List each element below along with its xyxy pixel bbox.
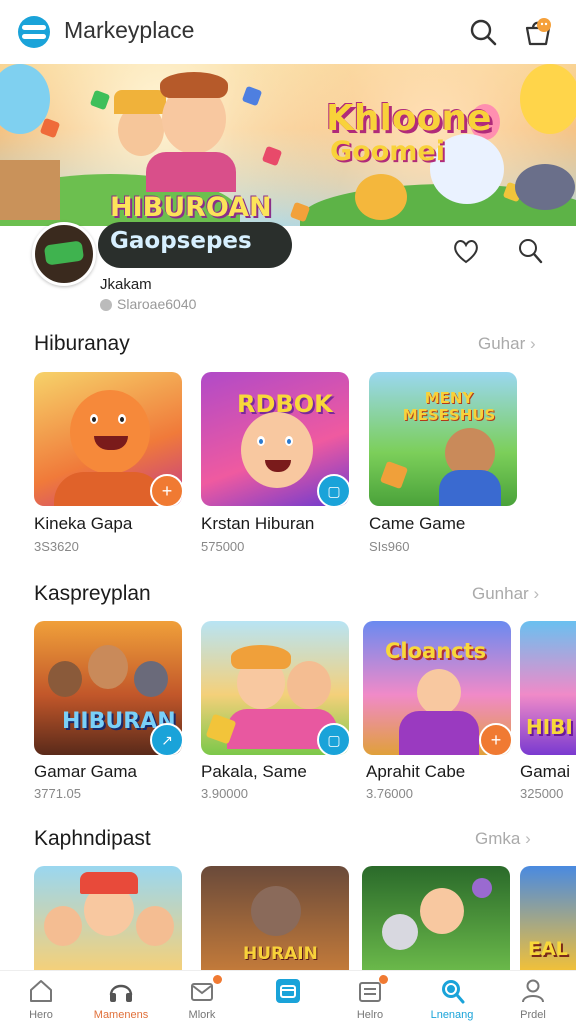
- game-card-image[interactable]: EAL: [520, 866, 576, 970]
- card-title: Pakala, Same: [201, 762, 307, 781]
- app-header: Markeyplace: [0, 0, 576, 64]
- banner-kid-hair: [160, 72, 228, 98]
- see-all-link[interactable]: Gmka ›: [475, 829, 531, 849]
- banner-creature: [515, 164, 575, 210]
- card-art-text: HURAIN: [243, 944, 318, 964]
- card-meta: 3771.05: [34, 786, 81, 801]
- tab-label: Prdel: [520, 1009, 546, 1021]
- banner-creature: [355, 174, 407, 220]
- card-meta: SIs960: [369, 539, 410, 554]
- see-all-label: Guhar: [478, 334, 526, 353]
- banner-right-title: Khloone: [326, 98, 492, 139]
- shop-bag-icon[interactable]: [522, 16, 554, 48]
- character-face: [417, 669, 461, 715]
- game-card-image[interactable]: [34, 866, 182, 970]
- game-card-image[interactable]: +: [34, 372, 182, 506]
- character-face: [251, 886, 301, 936]
- tab-label: Mlork: [188, 1009, 216, 1021]
- add-icon[interactable]: +: [479, 723, 511, 755]
- character-face: [70, 390, 150, 474]
- hero-banner[interactable]: HIBUROAN Khloone Goomei: [0, 64, 576, 226]
- game-card-image[interactable]: HIBI: [520, 621, 576, 755]
- card-title: Gamai: [520, 762, 571, 781]
- heart-icon[interactable]: [451, 236, 481, 266]
- home-icon: [30, 980, 52, 1002]
- store-icon: [276, 979, 300, 1003]
- brand-name: Jkakam: [100, 276, 152, 293]
- card-title: Gamar Gama: [34, 762, 137, 781]
- section-title: Kaphndipast: [34, 827, 151, 850]
- card-meta: 575000: [201, 539, 245, 554]
- profile-icon: [522, 979, 544, 1003]
- tab-label: Lnenang: [430, 1009, 474, 1021]
- card-title: Aprahit Cabe: [366, 762, 466, 781]
- tab-store[interactable]: [247, 971, 329, 1025]
- balloon-decoration: [520, 64, 576, 134]
- banner-kid-shirt: [146, 152, 236, 192]
- game-card-image[interactable]: MENY MESESHUS: [369, 372, 517, 506]
- cart-icon[interactable]: ▢: [317, 723, 349, 755]
- notification-dot: [213, 975, 222, 984]
- character-face: [88, 645, 128, 689]
- tab-mamenens[interactable]: Mamenens: [80, 971, 162, 1025]
- brand-avatar[interactable]: [32, 222, 96, 286]
- tab-label: Hero: [29, 1009, 53, 1021]
- bottom-tab-bar: Hero Mamenens Mlork Helro Lnenang Prdel: [0, 970, 576, 1025]
- game-card-image[interactable]: Cloancts +: [363, 621, 511, 755]
- game-card-image[interactable]: ▢: [201, 621, 349, 755]
- search-icon[interactable]: [515, 236, 545, 266]
- banner-left-title: HIBUROAN: [110, 192, 272, 223]
- tab-home[interactable]: Hero: [0, 971, 82, 1025]
- card-title: Krstan Hiburan: [201, 514, 315, 533]
- headphones-icon: [109, 984, 133, 1002]
- banner-right-subtitle: Goomei: [330, 136, 445, 167]
- see-all-link[interactable]: Guhar ›: [478, 334, 536, 354]
- card-art-text: EAL: [528, 938, 568, 960]
- building-decoration: [0, 160, 60, 220]
- share-icon[interactable]: ↗: [150, 723, 182, 755]
- tab-mlork[interactable]: Mlork: [161, 971, 243, 1025]
- brand-meta: Slaroae6040: [100, 296, 196, 312]
- meta-dot-icon: [100, 299, 112, 311]
- character-face: [420, 888, 464, 934]
- card-title: Kineka Gapa: [34, 514, 133, 533]
- game-card-image[interactable]: RDBOK ▢: [201, 372, 349, 506]
- tab-label: Helro: [356, 1009, 384, 1021]
- see-all-label: Gunhar: [472, 584, 529, 603]
- game-card-image[interactable]: HIBURAN ↗: [34, 621, 182, 755]
- app-title: Markeyplace: [64, 17, 195, 43]
- tab-label: Mamenens: [93, 1009, 149, 1021]
- cart-icon[interactable]: ▢: [317, 474, 349, 506]
- card-meta: 3.76000: [366, 786, 413, 801]
- add-icon[interactable]: +: [150, 474, 182, 506]
- card-art-text: MENY MESESHUS: [402, 389, 496, 424]
- card-meta: 3.90000: [201, 786, 248, 801]
- card-art-text: HIBI: [526, 715, 573, 739]
- search-icon[interactable]: [467, 16, 499, 48]
- see-all-label: Gmka: [475, 829, 521, 848]
- section-title: Hiburanay: [34, 332, 130, 355]
- mail-icon: [191, 983, 213, 1001]
- card-title: Came Game: [369, 514, 466, 533]
- banner-kid-hat: [114, 90, 166, 114]
- brand-meta-text: Slaroae6040: [117, 296, 197, 312]
- notification-dot: [379, 975, 388, 984]
- card-art-text: Cloancts: [385, 639, 487, 663]
- search-icon: [442, 980, 465, 1004]
- see-all-link[interactable]: Gunhar ›: [472, 584, 539, 604]
- game-card-image[interactable]: HURAIN: [201, 866, 349, 970]
- card-meta: 3S3620: [34, 539, 79, 554]
- tab-helro[interactable]: Helro: [329, 971, 411, 1025]
- tab-profile[interactable]: Prdel: [492, 971, 574, 1025]
- game-card-image[interactable]: [362, 866, 510, 970]
- logo-icon[interactable]: [18, 16, 50, 48]
- brand-profile-row: Gaopsepes Jkakam Slaroae6040: [0, 222, 576, 322]
- character-face: [241, 412, 313, 488]
- card-meta: 325000: [520, 786, 564, 801]
- tab-lnenang[interactable]: Lnenang: [411, 971, 493, 1025]
- section-title: Kaspreyplan: [34, 582, 151, 605]
- brand-pill-text: Gaopsepes: [110, 228, 252, 254]
- brand-pill[interactable]: Gaopsepes: [98, 222, 292, 268]
